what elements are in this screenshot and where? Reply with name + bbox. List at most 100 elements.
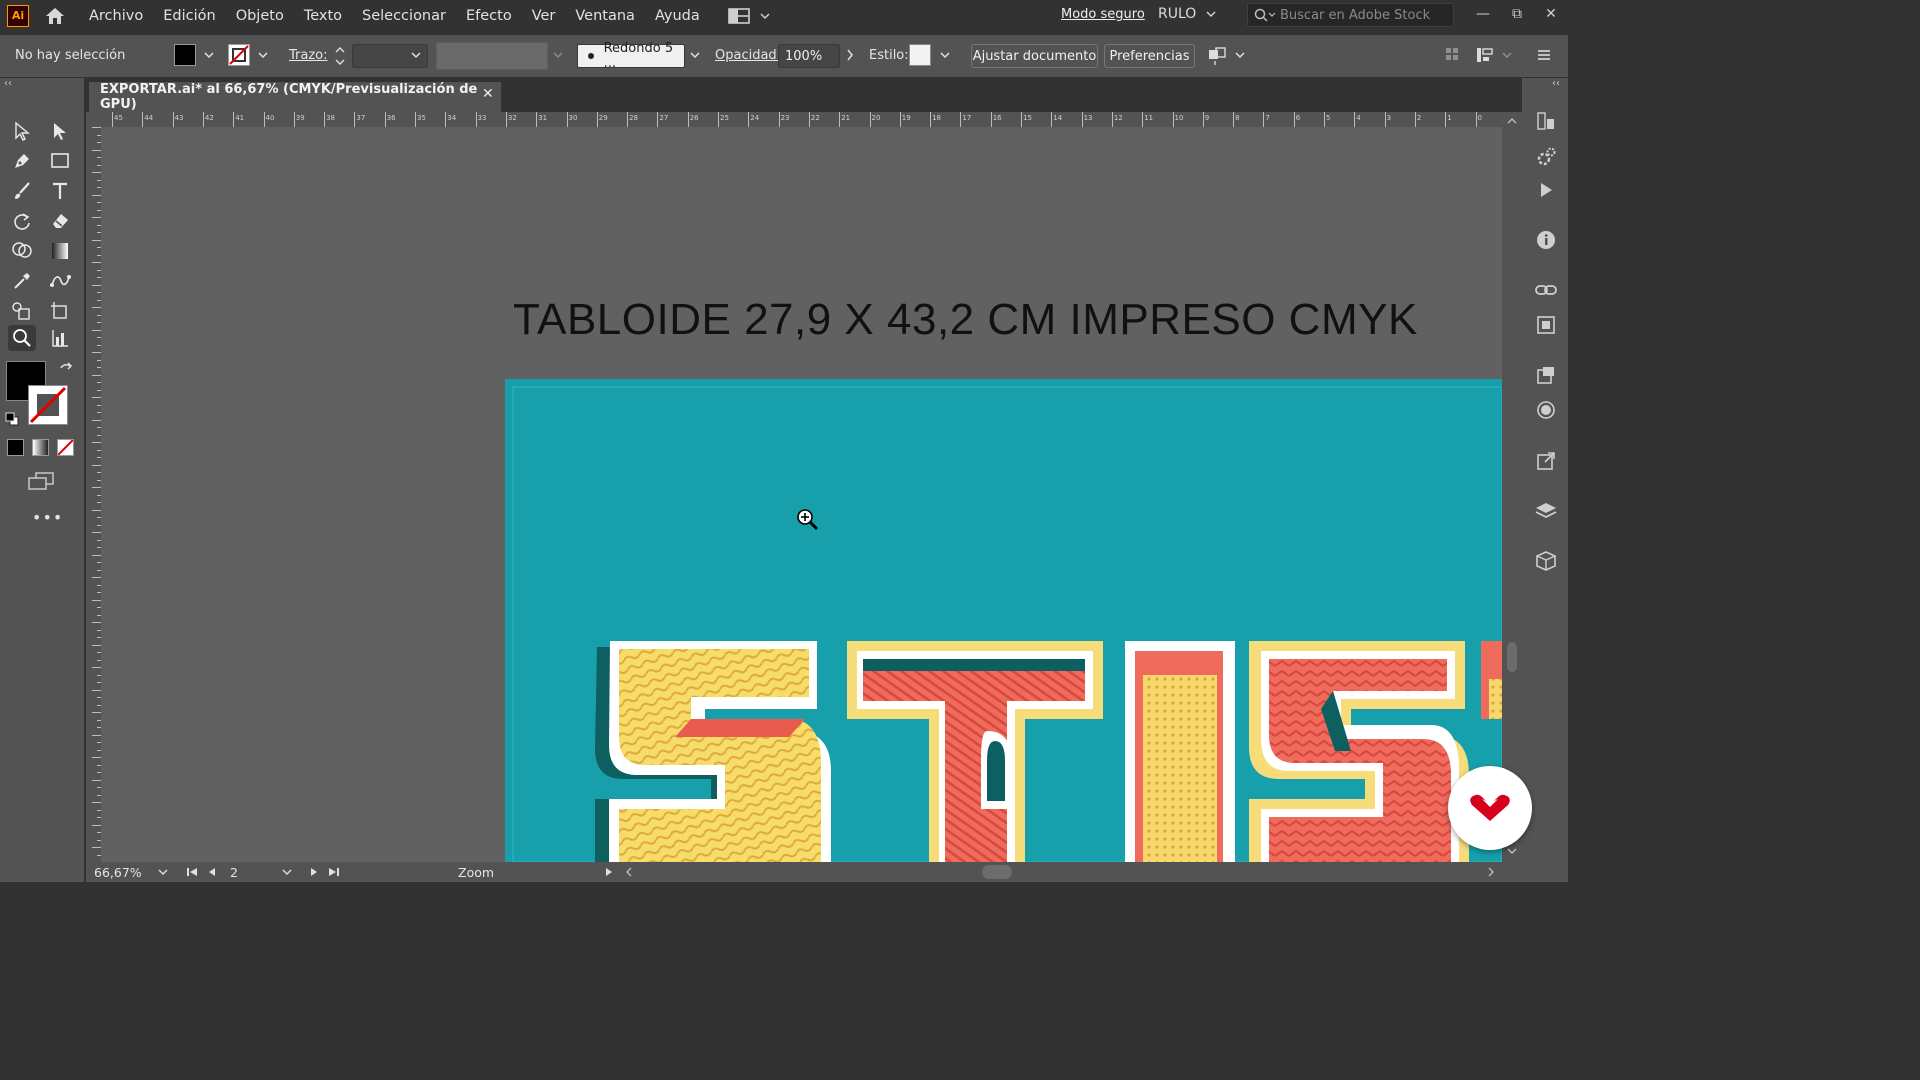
vertical-ruler[interactable] (86, 127, 101, 862)
next-artboard-icon[interactable] (309, 866, 319, 878)
chevron-up-icon[interactable] (1506, 116, 1518, 126)
artboard[interactable] (505, 379, 1502, 862)
fill-swatch[interactable] (174, 44, 196, 66)
artboard-number[interactable]: 2 (230, 865, 238, 880)
default-colors-icon[interactable] (4, 411, 20, 427)
preferences-button[interactable]: Preferencias (1104, 44, 1195, 68)
3d-materials-icon[interactable] (1535, 550, 1557, 572)
menu-item[interactable]: Archivo (89, 8, 143, 24)
shape-builder-tool-icon[interactable] (8, 238, 36, 264)
previous-artboard-icon[interactable] (207, 866, 217, 878)
chevron-down-icon[interactable] (202, 45, 216, 65)
close-icon[interactable]: ✕ (482, 86, 494, 102)
libraries-icon[interactable] (1535, 110, 1557, 132)
chevron-down-icon[interactable] (1500, 45, 1514, 65)
color-mode-button[interactable] (7, 439, 24, 456)
graph-tool-icon[interactable] (46, 325, 74, 351)
chevron-down-icon[interactable] (256, 45, 270, 65)
artboards-panel-icon[interactable] (1535, 314, 1557, 336)
chevron-right-icon[interactable] (843, 45, 857, 65)
chevron-down-icon[interactable] (409, 45, 423, 65)
rotate-tool-icon[interactable] (8, 208, 36, 234)
layers-icon[interactable] (1535, 500, 1557, 522)
artboard-headline[interactable]: TABLOIDE 27,9 X 43,2 CM IMPRESO CMYK (513, 295, 1418, 345)
menu-item[interactable]: Ayuda (655, 8, 700, 24)
direct-selection-tool-icon[interactable] (46, 118, 74, 144)
chevron-down-icon[interactable] (1233, 45, 1247, 65)
brush-tool-icon[interactable] (8, 178, 36, 204)
stock-search-input[interactable]: Buscar en Adobe Stock (1247, 3, 1454, 27)
scroll-left-icon[interactable] (624, 866, 634, 878)
variable-width-profile[interactable] (436, 42, 548, 70)
zoom-level[interactable]: 66,67% (94, 865, 142, 880)
restore-button[interactable]: ⧉ (1505, 2, 1529, 26)
chevron-down-icon[interactable] (158, 868, 168, 876)
close-window-button[interactable]: ✕ (1539, 2, 1563, 26)
opacity-field[interactable]: 100% (778, 44, 840, 68)
rectangle-tool-icon[interactable] (46, 148, 74, 174)
chevron-down-icon[interactable] (1205, 8, 1217, 20)
appearance-icon[interactable] (1535, 399, 1557, 421)
document-tab[interactable]: EXPORTAR.ai* al 66,67% (CMYK/Previsualiz… (89, 82, 501, 112)
selection-tool-icon[interactable] (8, 118, 36, 144)
chevron-down-icon[interactable] (938, 45, 952, 65)
horizontal-scroll-thumb[interactable] (982, 865, 1012, 879)
brush-definition[interactable]: Redondo 5 ... (577, 41, 685, 71)
swap-colors-icon[interactable] (58, 362, 74, 378)
chevron-down-icon[interactable] (282, 868, 292, 876)
minimize-button[interactable]: — (1471, 2, 1495, 26)
menu-item[interactable]: Edición (163, 8, 215, 24)
chevron-down-icon[interactable] (1506, 846, 1518, 856)
none-mode-button[interactable] (57, 439, 74, 456)
panel-menu-icon[interactable] (1536, 47, 1552, 63)
gradient-tool-icon[interactable] (46, 238, 74, 264)
menu-item[interactable]: Seleccionar (362, 8, 446, 24)
eyedropper-tool-icon[interactable] (8, 268, 36, 294)
home-icon[interactable] (43, 5, 67, 27)
links-icon[interactable] (1535, 279, 1557, 301)
last-artboard-icon[interactable] (328, 866, 340, 878)
artboard-tool-icon[interactable] (46, 298, 74, 324)
blend-tool-icon[interactable] (46, 268, 74, 294)
type-tool-icon[interactable] (46, 178, 74, 204)
more-tools-icon[interactable]: ••• (32, 508, 63, 527)
menu-item[interactable]: Ver (532, 8, 556, 24)
zoom-tool-icon[interactable] (8, 325, 36, 351)
collapse-icon[interactable]: ‹‹ (1552, 78, 1560, 89)
arrange-icon[interactable] (1207, 46, 1229, 66)
menu-item[interactable]: Texto (304, 8, 342, 24)
opacity-label[interactable]: Opacidad: (715, 48, 781, 63)
menu-item[interactable]: Ventana (575, 8, 635, 24)
stroke-swatch[interactable] (228, 44, 250, 66)
arrange-documents-button[interactable] (727, 7, 770, 24)
eraser-tool-icon[interactable] (46, 208, 74, 234)
collapse-icon[interactable]: ‹‹ (4, 78, 12, 89)
status-menu-icon[interactable] (604, 866, 614, 878)
canvas[interactable]: TABLOIDE 27,9 X 43,2 CM IMPRESO CMYK (101, 127, 1502, 862)
transform-icon[interactable] (1475, 45, 1495, 65)
stepper-icon[interactable] (333, 43, 347, 69)
scroll-right-icon[interactable] (1486, 866, 1496, 878)
asset-export-icon[interactable] (1535, 364, 1557, 386)
align-icon[interactable] (1444, 46, 1460, 64)
horizontal-ruler[interactable]: 45 44 43 42 41 40 39 38 37 36 35 34 33 32 31 30 29 28 27 26… (86, 112, 1502, 127)
pen-tool-icon[interactable] (8, 148, 36, 174)
scroll-thumb[interactable] (1507, 642, 1517, 672)
properties-icon[interactable] (1535, 146, 1557, 168)
stroke-label[interactable]: Trazo: (289, 48, 328, 63)
workspace-switcher[interactable]: RULO (1158, 6, 1196, 22)
menu-item[interactable]: Objeto (236, 8, 284, 24)
menu-item[interactable]: Efecto (466, 8, 512, 24)
safe-mode-link[interactable]: Modo seguro (1061, 7, 1145, 22)
info-icon[interactable] (1535, 229, 1557, 251)
vertical-scrollbar[interactable] (1502, 112, 1522, 862)
gradient-mode-button[interactable] (32, 439, 49, 456)
graphic-style-swatch[interactable] (909, 44, 931, 66)
first-artboard-icon[interactable] (186, 866, 198, 878)
screen-mode-icon[interactable] (26, 471, 56, 491)
chevron-down-icon[interactable] (551, 45, 565, 65)
document-setup-button[interactable]: Ajustar documento (971, 44, 1098, 68)
chevron-down-icon[interactable] (688, 45, 702, 65)
stroke-color-swatch[interactable] (28, 385, 68, 425)
actions-icon[interactable] (1535, 179, 1557, 201)
